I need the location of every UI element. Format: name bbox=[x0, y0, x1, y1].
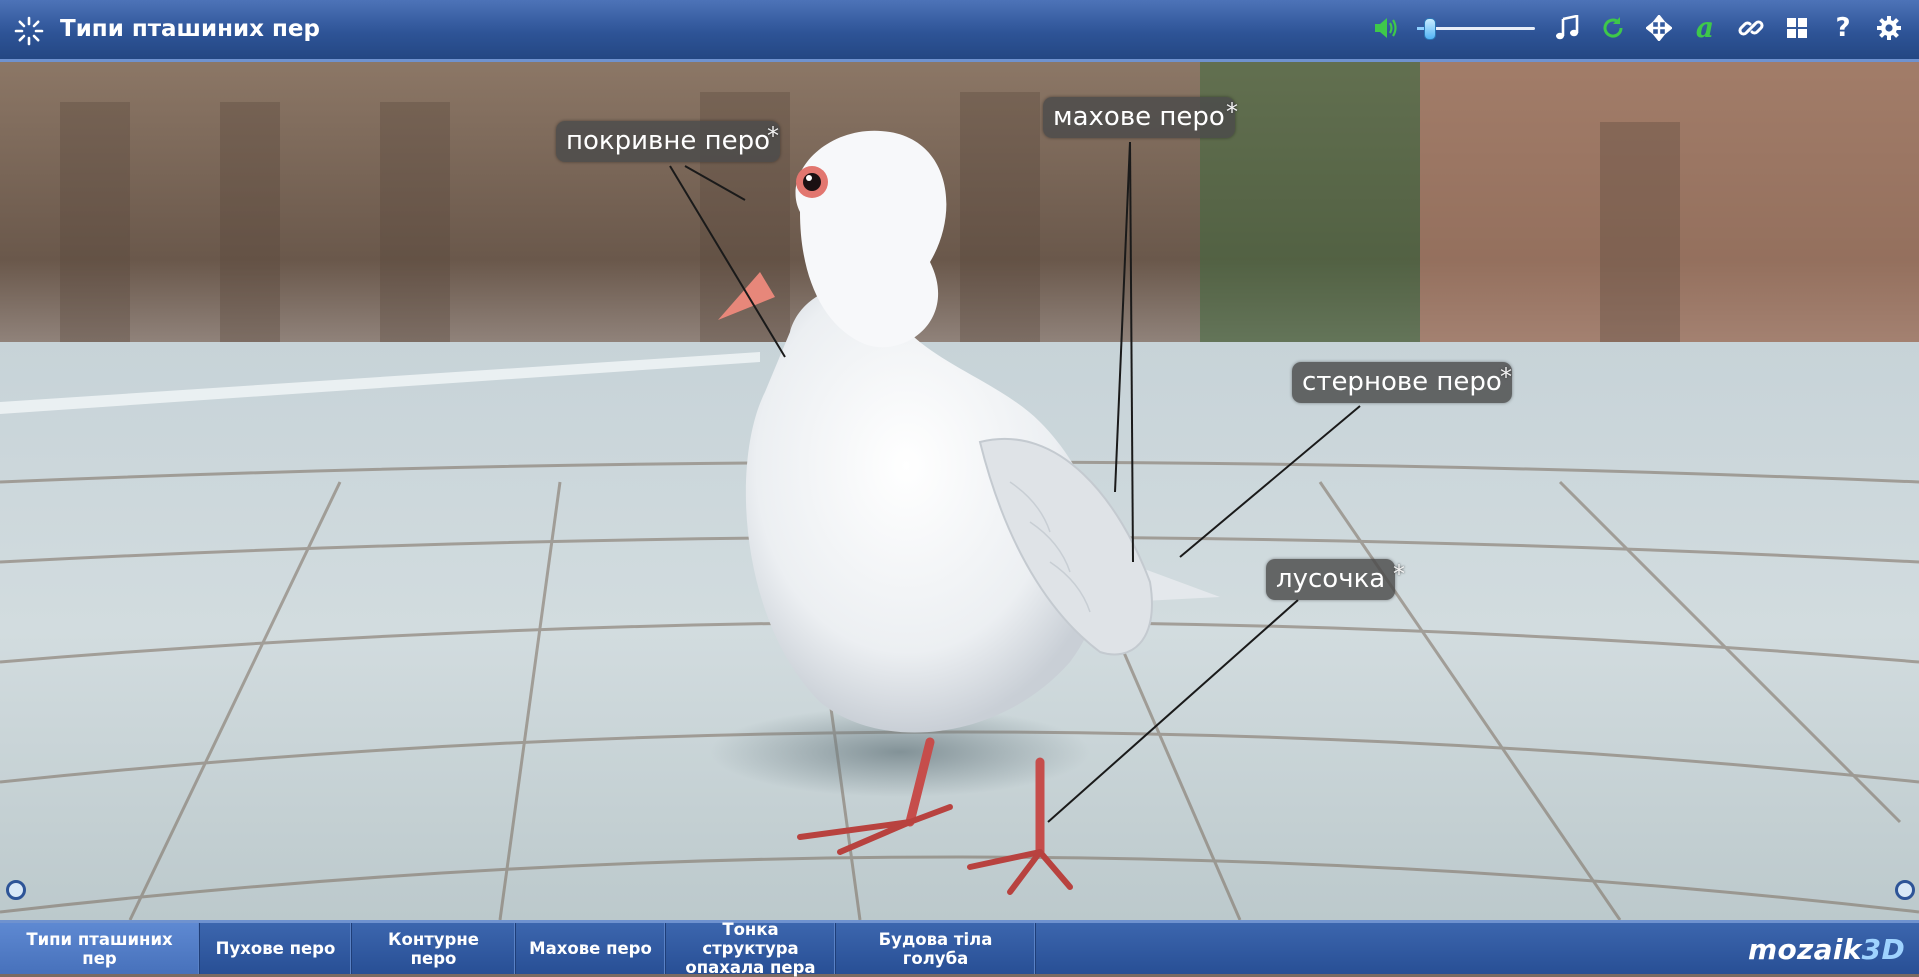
scene-background bbox=[0, 62, 1919, 920]
tab-label: Махове перо bbox=[529, 939, 652, 958]
tab-down-feather[interactable]: Пухове перо bbox=[200, 923, 352, 974]
label-covert-feather-star[interactable]: * bbox=[767, 124, 779, 148]
top-bar: Типи пташиних пер a ? bbox=[0, 0, 1919, 62]
left-navigation-handle[interactable] bbox=[6, 880, 26, 900]
tab-label: Будова тіла голуба bbox=[878, 929, 993, 968]
label-covert-feather[interactable]: покривне перо bbox=[556, 121, 781, 162]
tab-label: Типи пташиних пер bbox=[26, 929, 173, 968]
settings-icon[interactable] bbox=[1875, 14, 1903, 42]
right-navigation-handle[interactable] bbox=[1895, 880, 1915, 900]
tab-label: Пухове перо bbox=[215, 939, 336, 958]
tab-contour-feather[interactable]: Контурне перо bbox=[352, 923, 516, 974]
brand-name: mozaik bbox=[1748, 933, 1862, 966]
reset-icon[interactable] bbox=[1599, 14, 1627, 42]
volume-slider[interactable] bbox=[1417, 14, 1535, 42]
brand-suffix: 3D bbox=[1861, 933, 1905, 966]
tab-feather-types[interactable]: Типи пташиних пер bbox=[0, 923, 200, 974]
volume-icon[interactable] bbox=[1371, 14, 1399, 42]
volume-slider-thumb[interactable] bbox=[1423, 18, 1436, 40]
tab-label-line1: Тонка структура bbox=[702, 920, 799, 958]
label-flight-feather-star[interactable]: * bbox=[1226, 100, 1238, 124]
help-icon[interactable]: ? bbox=[1829, 14, 1857, 42]
tab-label-line2: опахала пера bbox=[685, 958, 816, 977]
tab-label: Контурне перо bbox=[388, 929, 479, 968]
toolbar: a ? bbox=[1371, 14, 1903, 42]
text-label-icon[interactable]: a bbox=[1691, 14, 1719, 42]
move-icon[interactable] bbox=[1645, 14, 1673, 42]
bottom-tab-bar: Типи пташиних пер Пухове перо Контурне п… bbox=[0, 920, 1919, 977]
tab-pigeon-body[interactable]: Будова тіла голуба bbox=[836, 923, 1036, 974]
label-tail-feather[interactable]: стернове перо bbox=[1292, 362, 1512, 403]
link-icon[interactable] bbox=[1737, 14, 1765, 42]
label-scale[interactable]: лусочка bbox=[1266, 559, 1396, 600]
page-title: Типи пташиних пер bbox=[60, 16, 320, 42]
3d-scene[interactable]: покривне перо * махове перо * стернове п… bbox=[0, 62, 1919, 920]
label-flight-feather[interactable]: махове перо bbox=[1043, 97, 1235, 138]
grid-icon[interactable] bbox=[1783, 14, 1811, 42]
tab-flight-feather[interactable]: Махове перо bbox=[516, 923, 666, 974]
help-glyph: ? bbox=[1835, 13, 1851, 43]
brand-logo: mozaik3D bbox=[1748, 933, 1905, 966]
label-scale-star[interactable]: * bbox=[1393, 562, 1405, 586]
loading-spinner-icon bbox=[14, 16, 44, 46]
tab-vane-structure[interactable]: Тонка структура опахала пера bbox=[666, 920, 836, 977]
music-icon[interactable] bbox=[1553, 14, 1581, 42]
label-tail-feather-star[interactable]: * bbox=[1500, 365, 1512, 389]
text-label-glyph: a bbox=[1695, 11, 1715, 44]
